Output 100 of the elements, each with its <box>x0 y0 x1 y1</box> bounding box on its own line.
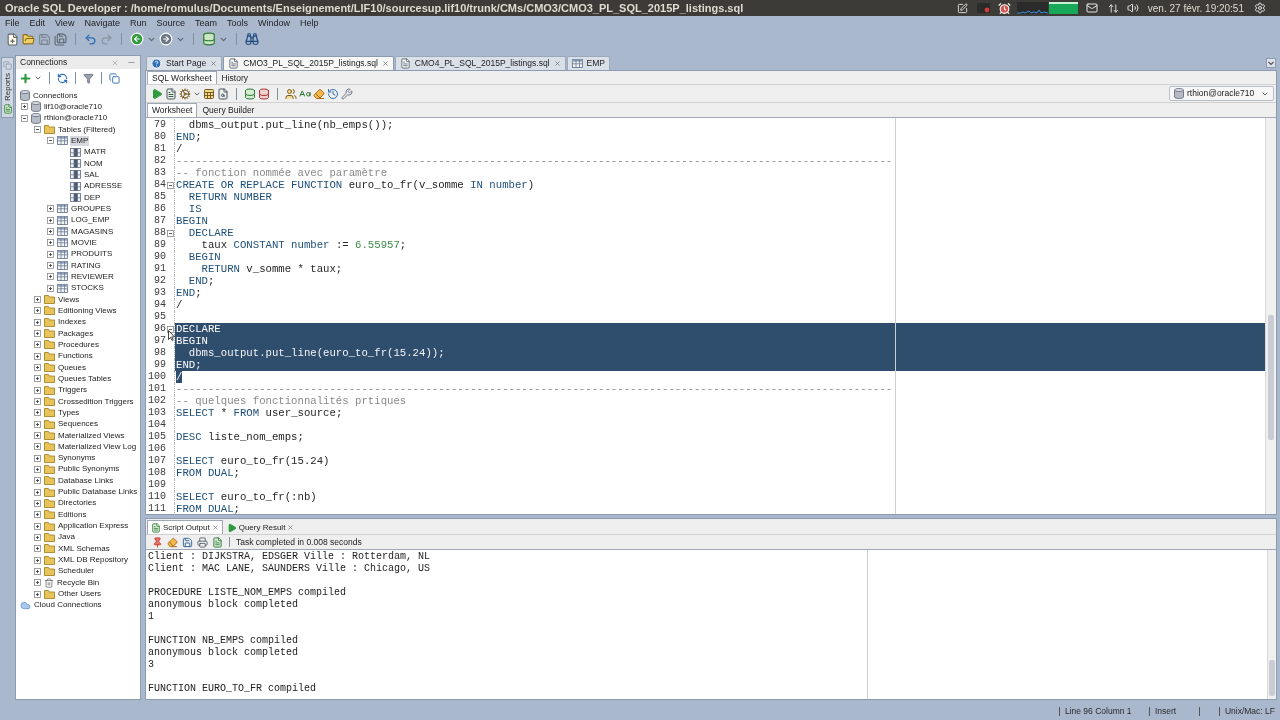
printer-icon[interactable] <box>197 536 208 548</box>
plus-box-icon[interactable] <box>34 443 41 451</box>
pin-icon[interactable] <box>152 536 163 548</box>
tree-item[interactable]: Other Users <box>57 589 103 600</box>
tree-item[interactable]: Sequences <box>57 419 100 430</box>
tab[interactable]: Worksheet <box>147 103 198 117</box>
menu-item[interactable]: Help <box>295 17 324 29</box>
plus-box-icon[interactable] <box>47 273 54 281</box>
tree-item[interactable]: Java <box>57 532 76 543</box>
tree-item[interactable]: XML DB Repository <box>57 555 129 566</box>
tab[interactable]: SQL Worksheet <box>147 71 217 84</box>
plus-box-icon[interactable] <box>34 522 41 530</box>
tree-item[interactable]: EMP <box>70 135 90 146</box>
tree-item[interactable]: Materialized Views <box>57 430 126 441</box>
eraser-icon[interactable] <box>313 87 325 100</box>
menu-item[interactable]: File <box>0 17 25 29</box>
tree-item[interactable]: XML Schemas <box>57 543 111 554</box>
plus-box-icon[interactable] <box>47 228 54 236</box>
people-icon[interactable] <box>285 87 297 100</box>
mail-icon[interactable] <box>1085 2 1098 14</box>
tree-item[interactable]: rthion@oracle710 <box>43 113 109 124</box>
fold-minus-icon[interactable] <box>166 181 174 189</box>
plus-box-icon[interactable] <box>34 545 41 553</box>
plus-box-icon[interactable] <box>34 318 41 326</box>
tree-item[interactable]: Queues Tables <box>57 373 113 384</box>
tree-item[interactable]: Functions <box>57 351 94 362</box>
scrollbar[interactable] <box>1267 550 1276 699</box>
tree-item[interactable]: Recycle Bin <box>56 577 101 588</box>
tree-item[interactable]: Connections <box>32 90 79 101</box>
refresh-icon[interactable] <box>57 72 68 84</box>
caret-icon[interactable] <box>34 74 42 82</box>
note-icon[interactable] <box>956 2 968 14</box>
plus-box-icon[interactable] <box>34 375 41 383</box>
plus-box-icon[interactable] <box>34 511 41 519</box>
plus-box-icon[interactable] <box>34 533 41 541</box>
document-icon[interactable] <box>165 87 177 100</box>
tree-item[interactable]: Queues <box>57 362 88 373</box>
plus-box-icon[interactable] <box>34 352 41 360</box>
history-icon[interactable] <box>327 87 339 100</box>
tab[interactable]: CMO4_PL_SQL_2015P_listings.sql <box>394 56 566 70</box>
plus-box-icon[interactable] <box>47 284 54 292</box>
plus-box-icon[interactable] <box>47 205 54 213</box>
tree-item[interactable]: Materialized View Log <box>57 441 138 452</box>
menu-item[interactable]: Run <box>124 17 152 29</box>
plus-box-icon[interactable] <box>47 239 54 247</box>
tab[interactable]: Script Output <box>147 520 223 534</box>
minus-box-icon[interactable] <box>34 126 41 134</box>
database-icon[interactable] <box>258 87 270 100</box>
database-icon[interactable] <box>244 87 256 100</box>
fold-minus-icon[interactable] <box>166 229 174 237</box>
tree-item[interactable]: MAGASINS <box>70 226 115 237</box>
tree-item[interactable]: Editioning Views <box>57 305 118 316</box>
tree-item[interactable]: Synonyms <box>57 453 97 464</box>
load-graph-icon[interactable] <box>1016 2 1048 14</box>
text-case-icon[interactable] <box>299 87 311 100</box>
scrollbar-thumb[interactable] <box>1268 315 1274 440</box>
plus-box-icon[interactable] <box>34 432 41 439</box>
settings-icon[interactable] <box>1254 2 1266 14</box>
record-icon[interactable] <box>976 3 990 13</box>
file-search-icon[interactable] <box>217 87 229 100</box>
clock[interactable]: ven. 27 févr. 19:20:51 <box>1147 0 1244 16</box>
plus-box-icon[interactable] <box>34 556 41 564</box>
copy-icon[interactable] <box>109 72 120 84</box>
plus-box-icon[interactable] <box>34 409 41 417</box>
plus-box-icon[interactable] <box>34 499 41 507</box>
tree-item[interactable]: ADRESSE <box>83 181 124 192</box>
tree-item[interactable]: RATING <box>70 260 102 271</box>
alarm-clock-icon[interactable] <box>997 1 1011 15</box>
tree-item[interactable]: REVIEWER <box>70 271 115 282</box>
tree-item[interactable]: Application Express <box>57 521 130 532</box>
dropdown-icon[interactable] <box>1266 58 1276 68</box>
database-icon[interactable] <box>202 32 216 46</box>
plus-box-icon[interactable] <box>47 250 54 258</box>
tree-item[interactable]: Procedures <box>57 339 100 350</box>
tree-item[interactable]: Triggers <box>57 385 89 396</box>
save-icon[interactable] <box>182 536 193 548</box>
plus-box-icon[interactable] <box>47 262 54 270</box>
tab[interactable]: Start Page <box>146 56 223 70</box>
tree-item[interactable]: MATR <box>83 147 108 158</box>
run-icon[interactable] <box>151 87 163 100</box>
tree-item[interactable]: lif10@oracle710 <box>43 102 103 112</box>
wrench-icon[interactable] <box>341 87 353 100</box>
document-icon[interactable] <box>212 536 223 548</box>
tree-item[interactable]: Tables (Filtered) <box>57 124 117 135</box>
close-icon[interactable] <box>381 60 389 67</box>
tab[interactable]: CMO3_PL_SQL_2015P_listings.sql <box>223 56 394 70</box>
tree-item[interactable]: MOVIE <box>70 237 98 248</box>
plus-box-icon[interactable] <box>34 307 41 315</box>
forward-icon[interactable] <box>159 32 173 46</box>
tree-item[interactable]: Cloud Connections <box>33 600 103 611</box>
plus-box-icon[interactable] <box>34 420 41 428</box>
undo-icon[interactable] <box>84 32 97 46</box>
tab[interactable]: Query Result <box>222 520 299 534</box>
plus-box-icon[interactable] <box>47 216 54 224</box>
tree-item[interactable]: GROUPES <box>70 203 112 214</box>
tree-item[interactable]: Scheduler <box>57 566 96 577</box>
tab[interactable]: History <box>216 71 253 84</box>
tree-item[interactable]: Views <box>57 294 81 305</box>
tree-item[interactable]: Packages <box>57 328 95 339</box>
tree-item[interactable]: DEP <box>83 192 102 203</box>
